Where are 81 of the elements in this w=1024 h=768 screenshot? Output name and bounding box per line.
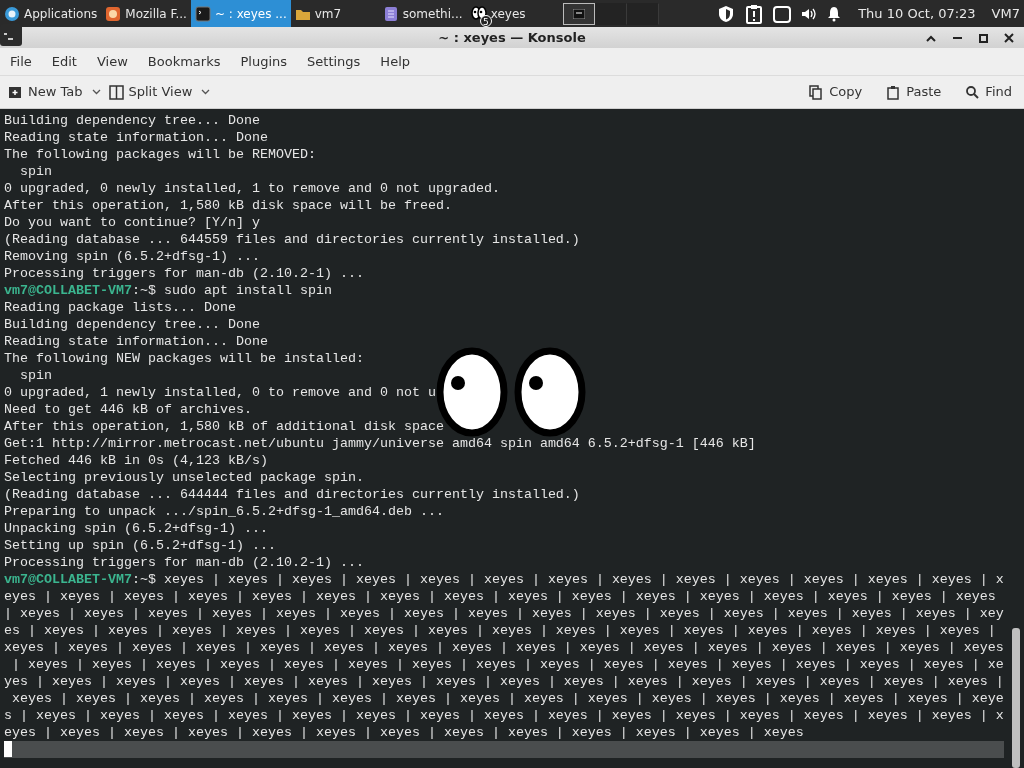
terminal-line: Processing triggers for man-db (2.10.2-1) ... xyxy=(4,265,365,282)
terminal-icon xyxy=(194,5,211,22)
command-text: :~$ xeyes | xeyes | xeyes | xeyes | xeyes | xeyes | xeyes | xeyes | xeyes | xeyes | xeyes | xeyes | xeyes | x xyxy=(132,572,1004,587)
terminal-line: yes | xeyes | xeyes | xeyes | xeyes | xeyes | xeyes | xeyes | xeyes | xeyes | xeyes | xeyes | xeyes | xeyes | xeyes | xeyes | xyxy=(4,673,1005,690)
menu-item[interactable]: Help xyxy=(374,49,416,74)
copy-icon xyxy=(809,84,825,100)
app-menu-icon xyxy=(4,5,20,22)
terminal-line: Setting up spin (6.5.2+dfsg-1) ... xyxy=(4,537,277,554)
taskbar-item[interactable]: vm7 xyxy=(290,0,379,27)
browser-icon xyxy=(105,5,122,22)
menu-item[interactable]: File xyxy=(4,49,38,74)
new-tab-button[interactable]: New Tab xyxy=(4,80,105,104)
terminal-line: 0 upgraded, 1 newly installed, 0 to remove and 0 not u xyxy=(4,384,437,401)
scrollbar-thumb[interactable] xyxy=(1012,628,1020,768)
split-view-button[interactable]: Split View xyxy=(104,80,215,104)
caret-icon xyxy=(91,89,101,95)
terminal-line: Do you want to continue? [Y/n] y xyxy=(4,214,261,231)
caret-icon xyxy=(201,89,211,95)
terminal-line: The following NEW packages will be installed: xyxy=(4,350,365,367)
terminal-line: Building dependency tree... Done xyxy=(4,316,261,333)
window-thumbnail-icon xyxy=(572,8,585,19)
terminal-line: Preparing to unpack .../spin_6.5.2+dfsg-1_amd64.deb ... xyxy=(4,503,445,520)
minimize-icon xyxy=(952,37,962,39)
terminal-line: | xeyes | xeyes | xeyes | xeyes | xeyes | xeyes | xeyes | xeyes | xeyes | xeyes | xeyes | xeyes | xeyes | xeyes | xeyes | xey xyxy=(4,605,1005,622)
terminal-line: Reading state information... Done xyxy=(4,333,269,350)
taskbar-item[interactable]: Mozilla F... xyxy=(101,0,191,27)
terminal-line: Removing spin (6.5.2+dfsg-1) ... xyxy=(4,248,261,265)
text-cursor xyxy=(4,741,12,757)
command-text: :~$ sudo apt install spin xyxy=(132,283,332,298)
terminal-line: eyes | xeyes | xeyes | xeyes | xeyes | xeyes | xeyes | xeyes | xeyes | xeyes | xeyes | xeyes | xeyes | xeyes | xeyes | xeyes xyxy=(4,588,997,605)
search-icon xyxy=(965,84,981,100)
menu-item[interactable]: Plugins xyxy=(234,49,294,74)
taskbar-item[interactable]: somethi... xyxy=(378,0,467,27)
terminal-line: Need to get 446 kB of archives. xyxy=(4,401,253,418)
new-tab-icon xyxy=(8,84,23,100)
terminal-line: Selecting previously unselected package spin. xyxy=(4,469,365,486)
terminal-line: The following packages will be REMOVED: xyxy=(4,146,317,163)
terminal-line: Unpacking spin (6.5.2+dfsg-1) ... xyxy=(4,520,269,537)
clock[interactable]: Thu 10 Oct, 07:23 xyxy=(858,3,976,24)
menu-item[interactable]: Settings xyxy=(301,49,367,74)
paste-icon xyxy=(886,84,902,100)
workspace[interactable] xyxy=(594,2,627,25)
prompt-text: vm7@COLLABET-VM7 xyxy=(4,572,132,587)
network-icon[interactable] xyxy=(772,3,793,24)
menu-item[interactable]: Bookmarks xyxy=(141,49,227,74)
split-view-icon xyxy=(108,84,124,100)
keep-above-icon xyxy=(926,34,936,42)
user-name[interactable]: VM7 xyxy=(991,3,1020,24)
terminal-line: After this operation, 1,580 kB disk space will be freed. xyxy=(4,197,453,214)
terminal-line: After this operation, 1,580 kB of additional disk space xyxy=(4,418,445,435)
terminal-line: xeyes | xeyes | xeyes | xeyes | xeyes | xeyes | xeyes | xeyes | xeyes | xeyes | xeyes | xeyes | xeyes | xeyes | xeyes | xeyes xyxy=(4,639,1005,656)
close-icon xyxy=(1004,33,1014,43)
terminal-line: spin xyxy=(19,367,53,384)
terminal-line: | xeyes | xeyes | xeyes | xeyes | xeyes | xeyes | xeyes | xeyes | xeyes | xeyes | xeyes | xeyes | xeyes | xeyes | xeyes | xe xyxy=(11,656,1005,673)
terminal-line: s | xeyes | xeyes | xeyes | xeyes | xeyes | xeyes | xeyes | xeyes | xeyes | xeyes | xeyes | xeyes | xeyes | xeyes | xeyes | x xyxy=(4,707,1005,724)
menu-item[interactable]: Edit xyxy=(45,49,83,74)
terminal-line: eyes | xeyes | xeyes | xeyes | xeyes | xeyes | xeyes | xeyes | xeyes | xeyes | xeyes | xeyes | xeyes xyxy=(4,724,805,741)
terminal-line: es | xeyes | xeyes | xeyes | xeyes | xeyes | xeyes | xeyes | xeyes | xeyes | xeyes | xeyes | xeyes | xeyes | xeyes | xeyes | xyxy=(4,622,997,639)
terminal-line: 0 upgraded, 0 newly installed, 1 to remove and 0 not upgraded. xyxy=(4,180,501,197)
terminal-line: Reading state information... Done xyxy=(4,129,269,146)
bell-icon[interactable] xyxy=(826,5,843,22)
terminal-line: Get:1 http://mirror.metrocast.net/ubuntu jammy/universe amd64 spin amd64 6.5.2+dfsg-1 [446 kB] xyxy=(4,435,757,452)
copy-button[interactable]: Copy xyxy=(805,80,867,104)
clipboard-icon[interactable] xyxy=(744,3,765,24)
document-icon xyxy=(382,5,399,22)
terminal-line: Processing triggers for man-db (2.10.2-1) ... xyxy=(4,554,365,571)
terminal-line: Reading package lists... Done xyxy=(4,299,237,316)
terminal-line: (Reading database ... 644559 files and directories currently installed.) xyxy=(4,231,581,248)
terminal-line: spin xyxy=(19,163,53,180)
menu-item[interactable]: View xyxy=(90,49,134,74)
taskbar-item[interactable]: ~ : xeyes ... xyxy=(190,0,291,27)
find-button[interactable]: Find xyxy=(961,80,1016,104)
paste-button[interactable]: Paste xyxy=(882,80,946,104)
terminal-line: xeyes | xeyes | xeyes | xeyes | xeyes | xeyes | xeyes | xeyes | xeyes | xeyes | xeyes | xeyes | xeyes | xeyes | xeyes | xeye xyxy=(11,690,1005,707)
workspace[interactable] xyxy=(562,2,595,25)
terminal-line: Building dependency tree... Done xyxy=(4,112,261,129)
window-title: ~ : xeyes — Konsole xyxy=(438,28,586,47)
prompt-text: vm7@COLLABET-VM7 xyxy=(4,283,132,298)
maximize-icon xyxy=(978,33,988,43)
terminal-line: (Reading database ... 644444 files and directories currently installed.) xyxy=(4,486,581,503)
terminal-line: Fetched 446 kB in 0s (4,123 kB/s) xyxy=(4,452,269,469)
